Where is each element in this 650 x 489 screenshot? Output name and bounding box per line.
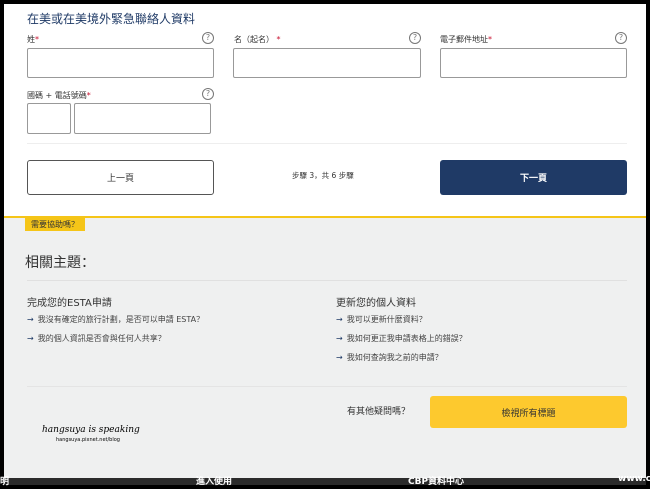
first-name-label: 名（起名） * xyxy=(234,34,281,45)
required-mark: * xyxy=(35,35,39,44)
divider xyxy=(27,280,627,281)
prev-button[interactable]: 上一頁 xyxy=(27,160,214,195)
last-name-label: 姓* xyxy=(27,34,39,45)
required-mark: * xyxy=(86,91,91,100)
other-questions-label: 有其他疑問嗎？ xyxy=(347,407,411,417)
step-indicator: 步驟 3，共 6 步驟 xyxy=(292,171,354,180)
footer-link[interactable]: CBP資料中心 xyxy=(408,474,464,487)
divider xyxy=(27,143,627,144)
last-name-input[interactable] xyxy=(27,48,214,78)
topic-link[interactable]: → 我沒有確定的旅行計劃，是否可以申請 ESTA？ xyxy=(27,314,204,325)
link-text[interactable]: 我可以更新什麼資料？ xyxy=(347,315,427,324)
help-icon[interactable]: ? xyxy=(202,32,214,44)
footer-link[interactable]: www.c xyxy=(618,474,650,484)
link-text[interactable]: 我如何更正我申請表格上的錯誤？ xyxy=(347,334,467,343)
email-input[interactable] xyxy=(440,48,627,78)
required-mark: * xyxy=(488,35,492,44)
topic-link[interactable]: → 我如何查詢我之前的申請？ xyxy=(336,352,443,363)
country-code-input[interactable] xyxy=(27,103,71,134)
help-tab: 需要協助嗎？ xyxy=(25,218,85,231)
topic-title: 更新您的個人資料 xyxy=(336,298,416,309)
link-text[interactable]: 我如何查詢我之前的申請？ xyxy=(347,353,443,362)
next-button[interactable]: 下一頁 xyxy=(440,160,627,195)
link-text[interactable]: 我沒有確定的旅行計劃，是否可以申請 ESTA？ xyxy=(38,315,204,324)
footer xyxy=(4,478,646,485)
footer-link[interactable]: 進入使用 xyxy=(196,474,232,487)
label-text: 電子郵件地址 xyxy=(440,35,488,44)
arrow-right-icon: → xyxy=(27,315,34,324)
arrow-right-icon: → xyxy=(336,315,343,324)
page: 在美或在美境外緊急聯絡人資料 姓* ? 名（起名） * ? 電子郵件地址* ? … xyxy=(4,4,646,485)
view-all-topics-button[interactable]: 檢視所有標題 xyxy=(430,396,627,428)
watermark-title: hangsuya is speaking xyxy=(42,425,140,435)
divider xyxy=(27,386,627,387)
arrow-right-icon: → xyxy=(336,353,343,362)
help-section: 需要協助嗎？ 相關主題： 完成您的ESTA申請 → 我沒有確定的旅行計劃，是否可以… xyxy=(4,216,646,478)
help-icon[interactable]: ? xyxy=(615,32,627,44)
label-text: 名（起名） xyxy=(234,35,274,44)
link-text[interactable]: 我的個人資訊是否會與任何人共享？ xyxy=(38,334,166,343)
label-text: 國碼 + 電話號碼 xyxy=(27,91,87,100)
arrow-right-icon: → xyxy=(336,334,343,343)
section-title: 在美或在美境外緊急聯絡人資料 xyxy=(27,12,196,26)
phone-number-input[interactable] xyxy=(74,103,211,134)
topic-title: 完成您的ESTA申請 xyxy=(27,298,112,309)
first-name-input[interactable] xyxy=(233,48,421,78)
required-mark: * xyxy=(276,35,281,44)
phone-label: 國碼 + 電話號碼* xyxy=(27,90,91,101)
help-icon[interactable]: ? xyxy=(202,88,214,100)
footer-link[interactable]: 明 xyxy=(0,474,9,487)
related-topics-heading: 相關主題： xyxy=(25,255,95,271)
label-text: 姓 xyxy=(27,35,35,44)
arrow-right-icon: → xyxy=(27,334,34,343)
topic-link[interactable]: → 我可以更新什麼資料？ xyxy=(336,314,427,325)
email-label: 電子郵件地址* xyxy=(440,34,492,45)
help-icon[interactable]: ? xyxy=(409,32,421,44)
topic-link[interactable]: → 我如何更正我申請表格上的錯誤？ xyxy=(336,333,467,344)
watermark-url: hangsuya.pixnet.net/blog xyxy=(56,437,120,443)
topic-link[interactable]: → 我的個人資訊是否會與任何人共享？ xyxy=(27,333,166,344)
